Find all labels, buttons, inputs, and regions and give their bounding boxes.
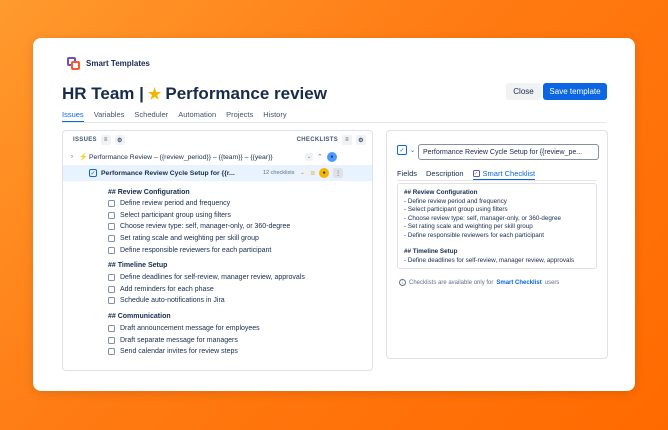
markdown-line: - Choose review type: self, manager-only… xyxy=(404,214,562,222)
markdown-line: - Define deadlines for self-review, mana… xyxy=(404,256,575,264)
title-prefix: HR Team | xyxy=(62,84,144,103)
template-editor-card: Smart Templates HR Team | ★ Performance … xyxy=(33,38,635,391)
checklist-count: 12 checklists xyxy=(263,170,295,176)
checkbox[interactable] xyxy=(108,348,115,356)
checklist-item[interactable]: Define responsible reviewers for each pa… xyxy=(108,244,372,256)
issue-type-icon: ⚡ xyxy=(79,154,88,161)
brand-name: Smart Templates xyxy=(86,59,150,68)
checkbox[interactable] xyxy=(108,297,115,305)
checklist-markdown-box[interactable]: ## Review Configuration - Define review … xyxy=(397,183,597,269)
checkbox-icon: ✓ xyxy=(89,169,97,177)
checklist-item[interactable]: Set rating scale and weighting per skill… xyxy=(108,233,372,245)
smart-checklist-link[interactable]: Smart Checklist xyxy=(496,280,541,286)
issues-header: ISSUES ≡ ⚙ CHECKLISTS ≡ ⚙ xyxy=(63,131,372,149)
issue-type-selector[interactable]: ✓ ⌄ xyxy=(397,145,415,155)
info-icon: i xyxy=(399,279,406,286)
sort-icon[interactable]: ≡ xyxy=(100,135,111,145)
markdown-heading: ## Review Configuration xyxy=(404,189,478,196)
brand: Smart Templates xyxy=(67,57,150,70)
smart-templates-logo-icon xyxy=(67,57,80,70)
page-title: HR Team | ★ Performance review xyxy=(62,84,327,104)
star-icon: ★ xyxy=(147,86,162,103)
issue-row[interactable]: › ⚡ Performance Review – {{review_period… xyxy=(63,149,372,165)
checkbox[interactable] xyxy=(108,211,115,219)
chevron-right-icon[interactable]: › xyxy=(71,154,79,160)
issue-summary-input[interactable]: Performance Review Cycle Setup for {{rev… xyxy=(418,144,599,160)
checkbox[interactable] xyxy=(108,235,115,243)
checklist-item[interactable]: Define review period and frequency xyxy=(108,198,372,210)
checklists-column-label: CHECKLISTS xyxy=(296,137,338,143)
close-button[interactable]: Close xyxy=(506,83,541,100)
markdown-heading: ## Timeline Setup xyxy=(404,248,458,255)
checklist-item[interactable]: Schedule auto-notifications in Jira xyxy=(108,295,372,307)
more-icon[interactable]: ⋮ xyxy=(333,168,344,178)
priority-medium-icon: = xyxy=(310,168,316,178)
markdown-line: - Set rating scale and weighting per ski… xyxy=(404,223,533,230)
checklist-item[interactable]: Send calendar invites for review steps xyxy=(108,346,372,358)
checkbox[interactable] xyxy=(108,246,115,254)
checkbox[interactable] xyxy=(108,325,115,333)
checkbox[interactable] xyxy=(108,274,115,282)
issue-row-selected[interactable]: ✓ Performance Review Cycle Setup for {{r… xyxy=(63,165,372,181)
settings-icon[interactable]: ⚙ xyxy=(114,135,125,145)
save-template-button[interactable]: Save template xyxy=(543,83,607,100)
issue-meta: ⌄ ⌃ ● xyxy=(305,152,337,162)
checklist-preview: ## Review Configuration Define review pe… xyxy=(63,181,372,358)
settings-icon[interactable]: ⚙ xyxy=(356,135,366,145)
checklist-item[interactable]: Add reminders for each phase xyxy=(108,284,372,296)
markdown-line: - Define review period and frequency xyxy=(404,197,507,205)
issue-title: Performance Review Cycle Setup for {{r..… xyxy=(101,169,235,177)
detail-tabs-divider xyxy=(397,180,597,181)
checklist-heading: ## Timeline Setup xyxy=(108,262,168,270)
smart-checklist-icon: ✓ xyxy=(472,170,480,177)
dropdown-icon[interactable]: ⌄ xyxy=(305,153,313,161)
issues-panel: ISSUES ≡ ⚙ CHECKLISTS ≡ ⚙ › ⚡ Performanc… xyxy=(62,130,373,371)
tabs-divider xyxy=(62,122,606,123)
avatar-icon[interactable]: ● xyxy=(319,168,330,178)
priority-high-icon: ⌃ xyxy=(317,154,323,161)
checkbox[interactable] xyxy=(108,200,115,208)
title-name: Performance review xyxy=(165,84,327,103)
checklist-item[interactable]: Select participant group using filters xyxy=(108,210,372,222)
markdown-line: - Define responsible reviewers for each … xyxy=(404,231,544,239)
issue-detail-panel: ✓ ⌄ Performance Review Cycle Setup for {… xyxy=(386,130,608,359)
issue-title: Performance Review – {{review_period}} –… xyxy=(89,153,273,161)
checklist-heading: ## Communication xyxy=(108,313,171,321)
availability-note: i Checklists are available only for Smar… xyxy=(399,279,559,286)
checklist-item[interactable]: Choose review type: self, manager-only, … xyxy=(108,221,372,233)
chevron-down-icon[interactable]: ⌄ xyxy=(410,147,415,154)
markdown-line: - Select participant group using filters xyxy=(404,206,508,213)
checklist-item[interactable]: Define deadlines for self-review, manage… xyxy=(108,272,372,284)
avatar-icon[interactable]: ● xyxy=(326,152,337,162)
issues-column-label: ISSUES xyxy=(73,137,97,143)
checklist-item[interactable]: Draft separate message for managers xyxy=(108,334,372,346)
checklist-heading: ## Review Configuration xyxy=(108,188,190,196)
checkbox-icon: ✓ xyxy=(397,145,407,155)
checkbox[interactable] xyxy=(108,336,115,344)
sort-icon[interactable]: ≡ xyxy=(342,135,352,145)
dropdown-icon[interactable]: ⌄ xyxy=(298,169,307,177)
issue-meta: 12 checklists ⌄ = ● ⋮ xyxy=(263,168,344,178)
checklist-item[interactable]: Draft announcement message for employees xyxy=(108,323,372,335)
checkbox[interactable] xyxy=(108,223,115,231)
checkbox[interactable] xyxy=(108,285,115,293)
